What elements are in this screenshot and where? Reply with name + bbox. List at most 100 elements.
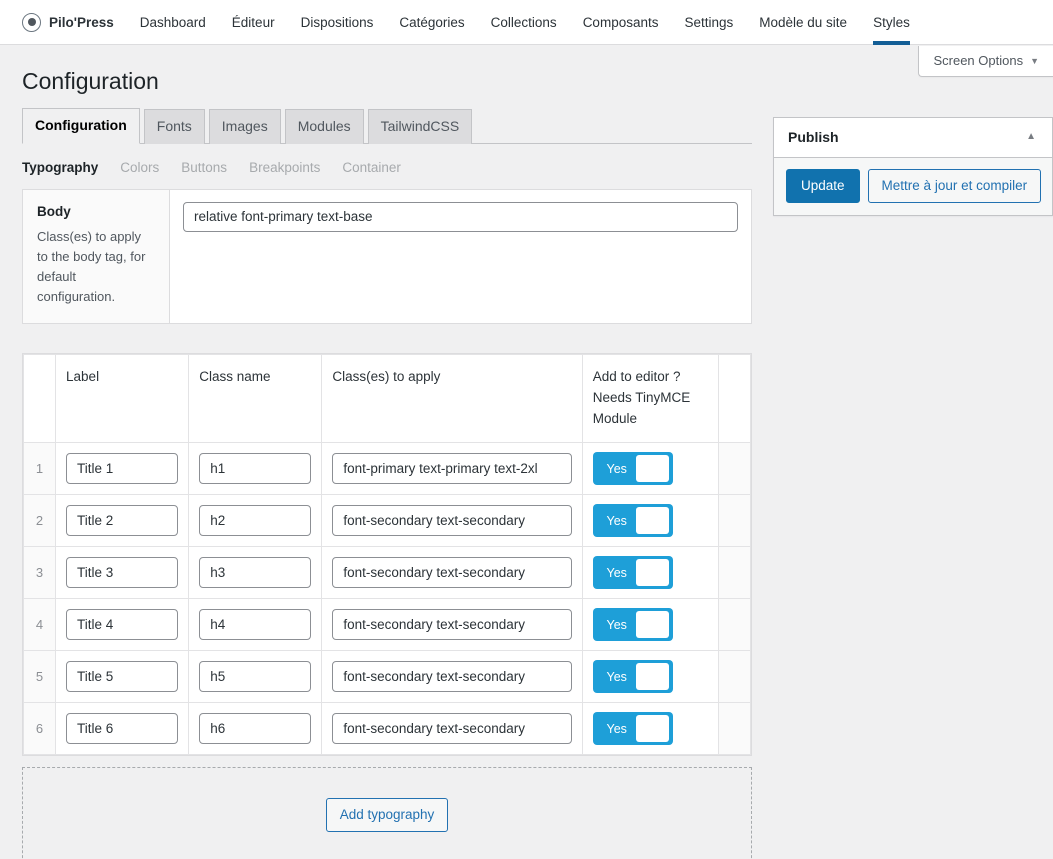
brand-logo-link[interactable]: Pilo'Press xyxy=(14,0,127,44)
row-class-name-input[interactable] xyxy=(199,505,312,537)
add-to-editor-toggle[interactable]: Yes xyxy=(592,608,673,642)
row-classname-cell xyxy=(188,442,323,496)
row-label-input[interactable] xyxy=(66,505,179,537)
page-title: Configuration xyxy=(22,68,159,94)
col-header-class-name: Class name xyxy=(188,354,323,444)
tab-images[interactable]: Images xyxy=(208,109,281,144)
chevron-down-icon: ▼ xyxy=(1030,55,1039,66)
row-class-name-input[interactable] xyxy=(199,609,312,641)
row-class-name-input[interactable] xyxy=(199,661,312,693)
nav-item-editeur[interactable]: Éditeur xyxy=(219,0,288,44)
row-classes-input[interactable] xyxy=(332,609,572,641)
toggle-knob xyxy=(635,455,669,483)
nav-item-styles[interactable]: Styles xyxy=(860,0,923,45)
tab-tailwindcss[interactable]: TailwindCSS xyxy=(367,109,473,144)
row-classes-input[interactable] xyxy=(332,713,572,745)
toggle-knob xyxy=(635,611,669,639)
nav-item-label: Dispositions xyxy=(300,14,374,30)
row-class-name-input[interactable] xyxy=(199,557,312,589)
tab-fonts[interactable]: Fonts xyxy=(143,109,205,144)
update-button[interactable]: Update xyxy=(786,168,860,204)
row-label-input[interactable] xyxy=(66,661,179,693)
nav-item-label: Collections xyxy=(490,14,557,30)
subtab-buttons[interactable]: Buttons xyxy=(181,160,227,175)
subtab-breakpoints[interactable]: Breakpoints xyxy=(249,160,320,175)
add-to-editor-toggle[interactable]: Yes xyxy=(592,504,673,538)
row-label-input[interactable] xyxy=(66,609,179,641)
add-typography-button[interactable]: Add typography xyxy=(325,797,449,833)
nav-item-collections[interactable]: Collections xyxy=(478,0,570,44)
row-classes-input[interactable] xyxy=(332,661,572,693)
nav-item-categories[interactable]: Catégories xyxy=(386,0,477,44)
row-order: 4 xyxy=(22,598,57,652)
typography-table: Label Class name Class(es) to apply Add … xyxy=(22,354,752,756)
row-classes-cell xyxy=(321,598,583,652)
add-to-editor-line-2: Needs TinyMCE xyxy=(592,390,691,406)
tab-label: Configuration xyxy=(35,117,127,134)
update-and-compile-button[interactable]: Mettre à jour et compiler xyxy=(867,168,1042,204)
row-editor-cell: Yes xyxy=(581,494,719,548)
add-to-editor-toggle[interactable]: Yes xyxy=(592,660,673,694)
row-label-input[interactable] xyxy=(66,713,179,745)
row-classes-cell xyxy=(321,494,583,548)
tab-label: TailwindCSS xyxy=(380,118,460,135)
row-label-cell xyxy=(55,650,190,704)
row-actions-cell[interactable] xyxy=(717,702,752,756)
row-label-input[interactable] xyxy=(66,557,179,589)
row-actions-cell[interactable] xyxy=(717,650,752,704)
add-to-editor-toggle[interactable]: Yes xyxy=(592,556,673,590)
row-classes-input[interactable] xyxy=(332,453,572,485)
toggle-label: Yes xyxy=(606,669,627,684)
row-classname-cell xyxy=(188,598,323,652)
row-order: 3 xyxy=(22,546,57,600)
toggle-knob xyxy=(635,715,669,743)
table-row: 1 Yes xyxy=(22,442,752,496)
tab-configuration[interactable]: Configuration xyxy=(22,108,140,144)
nav-item-dispositions[interactable]: Dispositions xyxy=(288,0,387,44)
body-classes-input[interactable] xyxy=(183,201,738,232)
nav-item-label: Settings xyxy=(684,14,734,30)
row-classes-input[interactable] xyxy=(332,505,572,537)
columns-container: Configuration Fonts Images Modules Tailw… xyxy=(0,108,1053,859)
nav-item-modele-du-site[interactable]: Modèle du site xyxy=(746,0,860,44)
row-class-name-input[interactable] xyxy=(199,453,312,485)
chevron-up-icon[interactable]: ▲ xyxy=(1022,131,1040,142)
row-actions-cell[interactable] xyxy=(717,546,752,600)
row-actions-cell[interactable] xyxy=(717,598,752,652)
row-label-cell xyxy=(55,442,190,496)
nav-item-label: Éditeur xyxy=(231,14,275,30)
body-panel-description: Class(es) to apply to the body tag, for … xyxy=(37,228,146,305)
add-to-editor-toggle[interactable]: Yes xyxy=(592,452,673,486)
col-header-classes-to-apply: Class(es) to apply xyxy=(321,354,583,444)
tab-modules[interactable]: Modules xyxy=(284,109,364,144)
nav-item-settings[interactable]: Settings xyxy=(671,0,746,44)
body-settings-panel: Body Class(es) to apply to the body tag,… xyxy=(22,188,752,325)
nav-item-composants[interactable]: Composants xyxy=(570,0,672,44)
row-order: 5 xyxy=(22,650,57,704)
main-column: Configuration Fonts Images Modules Tailw… xyxy=(0,108,773,859)
table-row: 5 Yes xyxy=(22,650,752,704)
add-to-editor-toggle[interactable]: Yes xyxy=(592,712,673,746)
toggle-label: Yes xyxy=(606,461,627,476)
nav-item-dashboard[interactable]: Dashboard xyxy=(127,0,219,44)
toggle-knob xyxy=(635,507,669,535)
table-row: 6 Yes xyxy=(22,702,752,756)
row-editor-cell: Yes xyxy=(581,650,719,704)
toggle-label: Yes xyxy=(606,721,627,736)
screen-options-button[interactable]: Screen Options ▼ xyxy=(918,46,1053,77)
subtab-typography[interactable]: Typography xyxy=(22,160,98,175)
row-classes-input[interactable] xyxy=(332,557,572,589)
row-actions-cell[interactable] xyxy=(717,494,752,548)
row-editor-cell: Yes xyxy=(581,442,719,496)
subtab-container[interactable]: Container xyxy=(342,160,401,175)
row-order: 6 xyxy=(22,702,57,756)
col-header-order xyxy=(22,354,57,444)
subtab-colors[interactable]: Colors xyxy=(120,160,159,175)
tab-label: Fonts xyxy=(156,118,192,135)
row-actions-cell[interactable] xyxy=(717,442,752,496)
row-label-input[interactable] xyxy=(66,453,179,485)
table-row: 3 Yes xyxy=(22,546,752,600)
side-column: Publish ▲ Update Mettre à jour et compil… xyxy=(773,109,1053,217)
row-class-name-input[interactable] xyxy=(199,713,312,745)
nav-item-label: Catégories xyxy=(399,14,465,30)
